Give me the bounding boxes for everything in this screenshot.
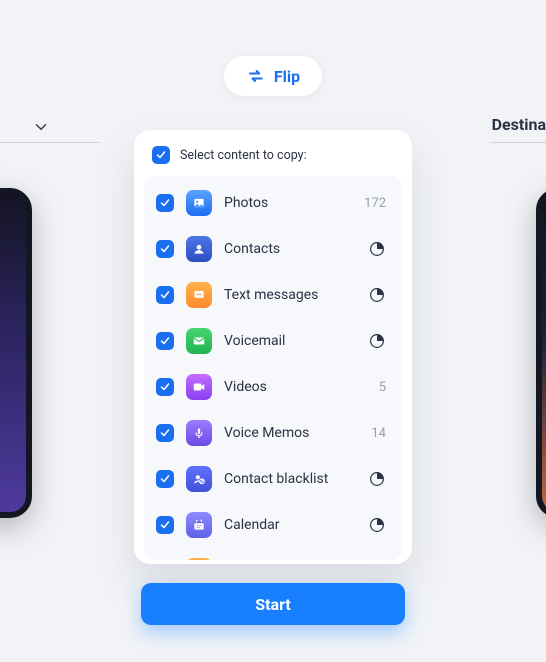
- destination-underline: [491, 142, 546, 143]
- item-label: Photos: [224, 195, 350, 211]
- start-button[interactable]: Start: [141, 583, 405, 625]
- loading-icon: [368, 240, 386, 258]
- flip-icon: [246, 66, 266, 86]
- item-label: Voicemail: [224, 333, 356, 349]
- item-checkbox[interactable]: [156, 378, 174, 396]
- item-count: 5: [362, 380, 386, 395]
- list-item[interactable]: Videos 5: [150, 364, 392, 410]
- list-item[interactable]: Contact blacklist: [150, 456, 392, 502]
- loading-icon: [368, 286, 386, 304]
- calendar-icon: [186, 512, 212, 538]
- videos-icon: [186, 374, 212, 400]
- flip-label: Flip: [274, 67, 300, 86]
- photos-icon: [186, 190, 212, 216]
- item-label: Contact blacklist: [224, 471, 356, 487]
- content-list-wrap: Photos 172 Contacts Text messages Voicemai…: [144, 176, 402, 560]
- reminders-icon: [186, 558, 212, 560]
- contacts-icon: [186, 236, 212, 262]
- card-header: Select content to copy:: [134, 144, 412, 176]
- item-checkbox[interactable]: [156, 516, 174, 534]
- voicememos-icon: [186, 420, 212, 446]
- list-item[interactable]: Photos 172: [150, 180, 392, 226]
- start-label: Start: [255, 595, 291, 614]
- source-underline: [0, 142, 100, 143]
- item-checkbox[interactable]: [156, 424, 174, 442]
- content-list[interactable]: Photos 172 Contacts Text messages Voicemai…: [144, 176, 402, 560]
- blacklist-icon: [186, 466, 212, 492]
- source-phone-preview: [0, 188, 32, 518]
- destination-phone-preview: [536, 188, 546, 518]
- item-checkbox[interactable]: [156, 240, 174, 258]
- select-all-checkbox[interactable]: [152, 146, 170, 164]
- list-item[interactable]: Voice Memos 14: [150, 410, 392, 456]
- select-all-label: Select content to copy:: [180, 148, 307, 163]
- item-label: Contacts: [224, 241, 356, 257]
- list-item[interactable]: Contacts: [150, 226, 392, 272]
- loading-icon: [368, 516, 386, 534]
- item-count: 172: [362, 196, 386, 211]
- flip-button[interactable]: Flip: [224, 56, 322, 96]
- content-card: Select content to copy: Photos 172 Contact…: [134, 130, 412, 564]
- list-item[interactable]: Calendar: [150, 502, 392, 548]
- source-dropdown-toggle[interactable]: [32, 118, 50, 136]
- item-checkbox[interactable]: [156, 194, 174, 212]
- item-checkbox[interactable]: [156, 470, 174, 488]
- destination-label: Destina: [492, 115, 546, 134]
- voicemail-icon: [186, 328, 212, 354]
- list-item[interactable]: Text messages: [150, 272, 392, 318]
- item-checkbox[interactable]: [156, 332, 174, 350]
- item-label: Videos: [224, 379, 350, 395]
- list-item[interactable]: Reminders: [150, 548, 392, 560]
- item-label: Text messages: [224, 287, 356, 303]
- item-label: Calendar: [224, 517, 356, 533]
- item-checkbox[interactable]: [156, 286, 174, 304]
- messages-icon: [186, 282, 212, 308]
- item-label: Voice Memos: [224, 425, 350, 441]
- list-item[interactable]: Voicemail: [150, 318, 392, 364]
- item-count: 14: [362, 426, 386, 441]
- loading-icon: [368, 470, 386, 488]
- loading-icon: [368, 332, 386, 350]
